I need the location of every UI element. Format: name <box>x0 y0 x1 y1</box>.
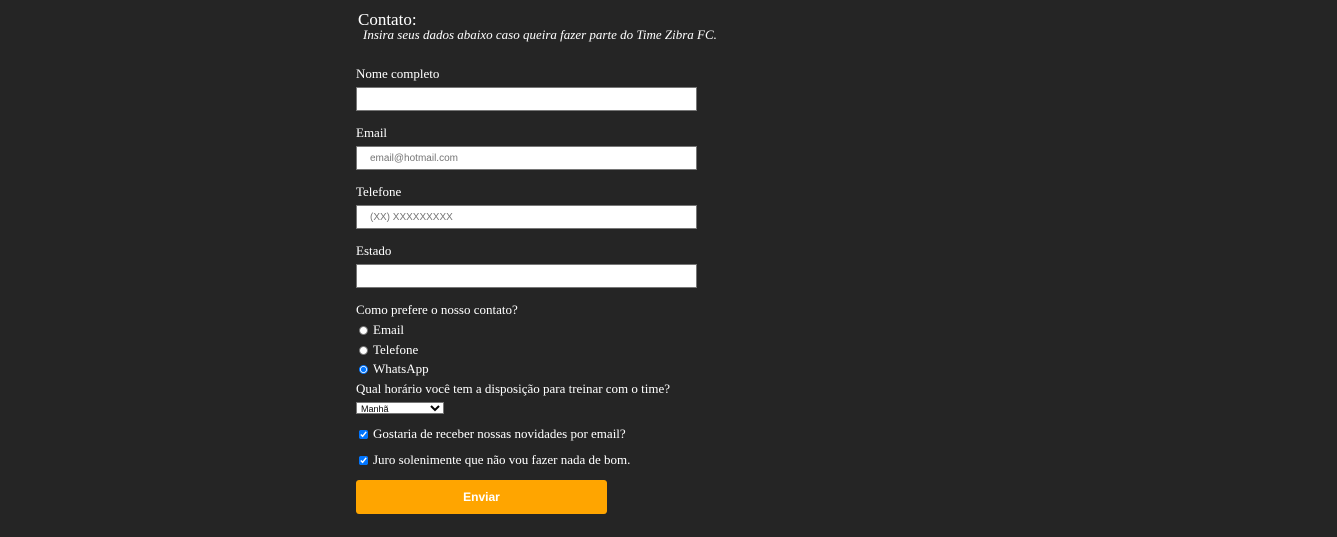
contact-option-email[interactable]: Email <box>359 322 404 338</box>
state-field[interactable] <box>356 264 697 288</box>
schedule-select[interactable]: Manhã <box>356 402 444 414</box>
radio-phone[interactable] <box>359 345 368 355</box>
newsletter-label: Gostaria de receber nossas novidades por… <box>373 426 626 441</box>
oath-checkbox[interactable] <box>359 455 368 465</box>
oath-label: Juro solenimente que não vou fazer nada … <box>373 452 631 467</box>
contact-pref-label: Como prefere o nosso contato? <box>356 302 518 317</box>
radio-email[interactable] <box>359 325 368 335</box>
newsletter-checkbox[interactable] <box>359 429 368 439</box>
email-field[interactable] <box>356 146 697 170</box>
form-subtitle: Insira seus dados abaixo caso queira faz… <box>363 27 717 42</box>
contact-option-phone[interactable]: Telefone <box>359 342 418 358</box>
schedule-label: Qual horário você tem a disposição para … <box>356 381 671 396</box>
newsletter-option[interactable]: Gostaria de receber nossas novidades por… <box>359 426 626 442</box>
radio-whatsapp-label: WhatsApp <box>373 361 429 376</box>
name-label: Nome completo <box>356 66 440 81</box>
radio-whatsapp[interactable] <box>359 364 368 374</box>
contact-option-whatsapp[interactable]: WhatsApp <box>359 361 429 377</box>
radio-email-label: Email <box>373 322 405 337</box>
phone-label: Telefone <box>356 184 402 199</box>
submit-button[interactable]: Enviar <box>356 480 607 514</box>
email-label: Email <box>356 125 388 140</box>
radio-phone-label: Telefone <box>373 342 419 357</box>
name-field[interactable] <box>356 87 697 111</box>
phone-field[interactable] <box>356 205 697 229</box>
state-label: Estado <box>356 243 392 258</box>
oath-option[interactable]: Juro solenimente que não vou fazer nada … <box>359 452 630 468</box>
